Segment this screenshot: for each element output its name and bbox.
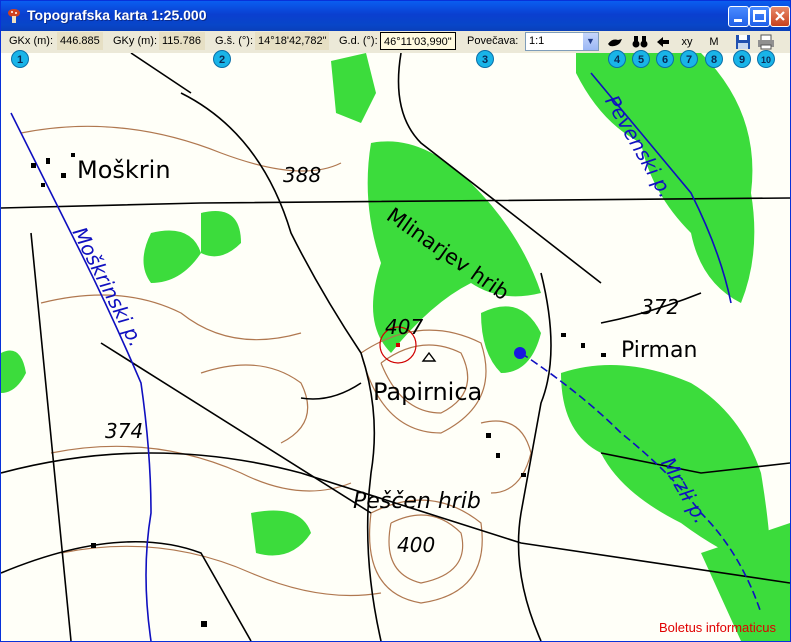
- height-label-388: 388: [283, 163, 322, 187]
- find-button[interactable]: [631, 34, 649, 50]
- floppy-disk-icon: [736, 35, 750, 49]
- brand-watermark: Boletus informaticus: [658, 620, 776, 635]
- badge-9: 9: [733, 50, 751, 68]
- height-label-372: 372: [641, 295, 680, 319]
- place-label-papirnica: Papirnica: [373, 378, 483, 406]
- badge-3: 3: [476, 50, 494, 68]
- app-icon: [8, 9, 20, 23]
- pan-tool-button[interactable]: [606, 34, 624, 50]
- maximize-button[interactable]: [749, 6, 770, 27]
- longitude-value: 46°11'03,990": [380, 32, 456, 50]
- location-dot[interactable]: [514, 347, 526, 359]
- print-button[interactable]: [757, 34, 775, 50]
- badge-1: 1: [11, 50, 29, 68]
- zoom-select[interactable]: 1:1 ▼: [525, 32, 599, 51]
- place-label-moskrin: Moškrin: [77, 156, 171, 184]
- gkx-label: GKx (m):: [9, 35, 53, 47]
- minimize-button[interactable]: [728, 6, 749, 27]
- xy-button[interactable]: xy: [678, 34, 696, 50]
- triangle-marker: [421, 351, 437, 362]
- topographic-map[interactable]: Moškrin 388 Mlinarjev hrib 407 Papirnica…: [1, 53, 790, 641]
- badge-8: 8: [705, 50, 723, 68]
- height-label-374: 374: [105, 419, 144, 443]
- longitude-label: G.d. (°):: [339, 35, 378, 47]
- arrow-left-icon: [657, 37, 669, 47]
- height-label-407: 407: [385, 315, 424, 339]
- badge-6: 6: [656, 50, 674, 68]
- badge-7: 7: [680, 50, 698, 68]
- maximize-icon: [753, 10, 766, 22]
- printer-icon: [758, 34, 774, 50]
- title-bar[interactable]: Topografska karta 1:25.000: [1, 1, 790, 31]
- save-button[interactable]: [734, 34, 752, 50]
- place-label-pirman: Pirman: [621, 338, 698, 363]
- close-icon: [775, 11, 785, 21]
- height-label-400: 400: [397, 533, 436, 557]
- place-label-pescen-hrib: Peščen hrib: [353, 489, 481, 514]
- zoom-select-value: 1:1: [529, 35, 545, 47]
- latitude-value: 14°18'42,782": [255, 32, 329, 50]
- latitude-label: G.š. (°):: [215, 35, 254, 47]
- minimize-icon: [734, 19, 742, 22]
- hand-icon: [608, 39, 622, 47]
- chevron-down-icon[interactable]: ▼: [583, 33, 598, 50]
- app-window: Topografska karta 1:25.000 GKx (m): 446.…: [0, 0, 791, 642]
- window-title: Topografska karta 1:25.000: [27, 7, 207, 23]
- binoculars-icon: [632, 36, 648, 48]
- badge-5: 5: [632, 50, 650, 68]
- badge-4: 4: [608, 50, 626, 68]
- back-button[interactable]: [654, 34, 672, 50]
- buildings: [31, 153, 606, 627]
- badge-2: 2: [213, 50, 231, 68]
- badge-10: 10: [757, 50, 775, 68]
- gkx-value: 446.885: [57, 32, 103, 50]
- gky-label: GKy (m):: [113, 35, 157, 47]
- gky-value: 115.786: [159, 32, 205, 50]
- close-button[interactable]: [770, 6, 790, 27]
- measure-button[interactable]: M: [705, 34, 723, 50]
- zoom-label: Povečava:: [467, 35, 519, 47]
